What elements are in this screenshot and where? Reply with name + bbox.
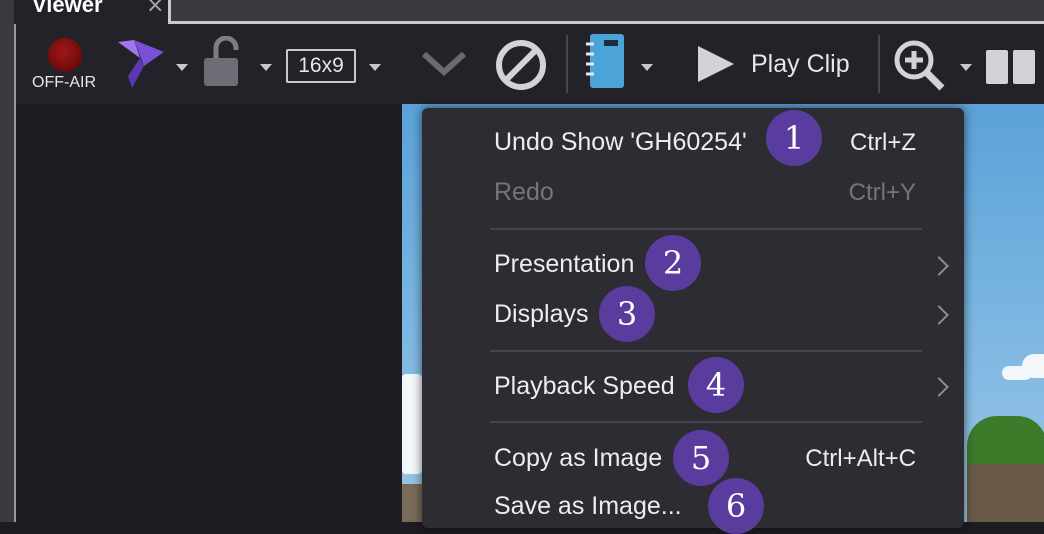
aspect-ratio-button[interactable]: 16x9 [286,49,356,83]
chevron-down-icon[interactable] [420,48,468,78]
menu-item-playback-speed[interactable]: Playback Speed [494,372,675,401]
menu-item-undo[interactable]: Undo Show 'GH60254' [494,128,747,157]
off-air-label: OFF-AIR [32,74,96,91]
menu-item-copy-as-image[interactable]: Copy as Image [494,444,662,473]
callout-badge: 5 [673,430,729,486]
bird-logo-icon[interactable] [114,36,168,90]
split-view-right-icon[interactable] [1013,50,1035,84]
submenu-arrow-icon [929,256,949,276]
notebook-dropdown-caret-icon[interactable] [641,64,653,71]
menu-item-save-as-image[interactable]: Save as Image... [494,492,682,521]
tab-title: Viewer [32,0,103,17]
prohibit-icon[interactable] [494,38,548,92]
menu-item-redo[interactable]: Redo [494,178,554,207]
panel-left-edge [0,24,16,522]
zoom-dropdown-caret-icon[interactable] [960,64,972,71]
aspect-dropdown-caret-icon[interactable] [369,64,381,71]
zoom-in-icon[interactable] [892,38,948,94]
split-view-left-icon[interactable] [986,50,1008,84]
play-icon[interactable] [696,44,738,84]
submenu-arrow-icon [929,305,949,325]
copy-image-shortcut: Ctrl+Alt+C [805,445,916,472]
menu-divider [490,350,922,352]
toolbar-separator [566,35,568,93]
menu-item-presentation[interactable]: Presentation [494,250,634,279]
callout-badge: 4 [688,357,744,413]
callout-badge: 2 [645,235,701,291]
toolbar-separator [878,35,880,93]
menu-divider [490,228,922,230]
undo-shortcut: Ctrl+Z [850,129,916,156]
bird-dropdown-caret-icon[interactable] [176,64,188,71]
tab-close-icon[interactable]: × [146,0,164,18]
callout-badge: 6 [708,478,764,534]
lock-dropdown-caret-icon[interactable] [260,64,272,71]
viewer-canvas-empty [16,104,402,522]
structure-shape [967,464,1044,522]
cloud-shape [402,374,422,474]
callout-badge: 3 [599,286,655,342]
viewer-toolbar: OFF-AIR 16x9 Play Clip [16,24,1044,104]
tab-bar: Viewer × [0,0,1044,24]
notebook-icon[interactable] [582,32,628,92]
redo-shortcut: Ctrl+Y [848,179,916,206]
callout-badge: 1 [766,110,822,166]
tab-viewer[interactable]: Viewer × [14,0,171,24]
cloud-shape [1002,366,1032,380]
menu-divider [490,421,922,423]
menu-item-displays[interactable]: Displays [494,300,588,329]
submenu-arrow-icon [929,377,949,397]
play-clip-button[interactable]: Play Clip [751,50,850,79]
unlock-icon[interactable] [202,36,246,88]
off-air-indicator-icon[interactable] [48,38,82,72]
